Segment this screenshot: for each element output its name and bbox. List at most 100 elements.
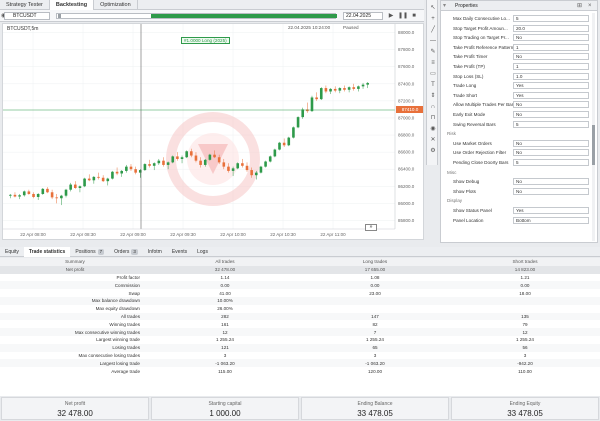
property-value-field[interactable]: No [513, 111, 589, 118]
results-tab[interactable]: Orders 3 [109, 247, 143, 257]
results-tab[interactable]: Infotm [143, 247, 167, 257]
row-value: 10.00% [150, 296, 300, 305]
subheader-cell: Net profit [0, 265, 150, 274]
row-value: -942.20 [450, 359, 600, 368]
property-label: Allow Multiple Trades Per Bar [453, 102, 513, 108]
property-value-field[interactable]: No [513, 34, 589, 42]
range-start-handle[interactable] [58, 14, 61, 18]
property-value-field[interactable]: No [513, 139, 589, 147]
property-value-field[interactable]: No [513, 149, 589, 157]
candle-body [111, 171, 114, 179]
property-value-field[interactable]: 5 [513, 120, 589, 128]
crosshair-icon[interactable]: + [429, 15, 437, 23]
candle-body [83, 178, 86, 187]
candle-body [329, 88, 332, 92]
candle-body [176, 156, 179, 159]
text-icon[interactable]: T [429, 81, 437, 89]
results-tab-label: Logs [197, 249, 208, 255]
scrollbar-track[interactable] [592, 13, 595, 241]
candle-body [166, 162, 170, 165]
price-tick-label: 87000.0 [398, 115, 415, 120]
property-value-field[interactable]: No [513, 178, 589, 186]
property-value-field[interactable]: No [513, 187, 589, 195]
row-value: 41.00 [219, 290, 231, 296]
time-tick-label: 22 Apr 09:00 [120, 232, 146, 237]
lock-icon[interactable]: ⊓ [429, 114, 437, 122]
row-value: 161 [221, 321, 229, 327]
results-tab[interactable]: Logs [192, 247, 213, 257]
property-section-label: Misc [447, 169, 457, 175]
fib-icon[interactable]: ≡ [429, 59, 437, 67]
property-value-field[interactable]: 1 [513, 43, 589, 51]
candle-body [27, 191, 31, 194]
pause-icon[interactable]: ❚❚ [398, 12, 408, 20]
tab-optimization[interactable]: Optimization [94, 0, 138, 10]
candle-body [134, 169, 137, 173]
property-value-field[interactable]: Bottom [513, 216, 589, 224]
candle-body [194, 155, 198, 161]
date-range-slider[interactable] [56, 13, 337, 19]
scroll-to-end-button[interactable]: » [365, 224, 377, 231]
property-value-field[interactable]: No [513, 53, 589, 61]
row-value: 3 [373, 352, 377, 358]
measure-icon[interactable]: ⇕ [429, 92, 437, 100]
row-label: Max consecutive losing trades [78, 352, 140, 358]
tab-strategy-tester[interactable]: Strategy Tester [0, 0, 50, 10]
chart-canvas[interactable]: 88000.0 87800.0 87600.0 87400.0 87200.0 87000… [3, 24, 424, 240]
eye-toggle-icon[interactable]: ◉ [429, 125, 437, 133]
horizontal-line-icon[interactable]: — [429, 37, 437, 45]
price-tick-label: 86200.0 [398, 184, 415, 189]
cursor-icon[interactable]: ↖ [429, 4, 437, 12]
row-value: 82 [372, 321, 378, 327]
candle-body [148, 164, 151, 166]
table-header-row: Summary All trades Long trades Short tra… [0, 258, 600, 266]
candle-body [129, 166, 133, 170]
property-section-label: Display [447, 198, 463, 204]
candle-body [227, 166, 230, 171]
symbol-select[interactable]: BTCUSDT [4, 12, 50, 20]
end-date-field[interactable]: 22.04.2025 [343, 12, 383, 20]
top-tab-bar: Strategy Tester Backtesting Optimization [0, 0, 424, 10]
results-tab[interactable]: Positions 7 [70, 247, 109, 257]
time-tick-label: 22 Apr 10:00 [220, 232, 246, 237]
time-scale: 22 Apr 08:00 22 Apr 08:30 22 Apr 09:00 22 A… [3, 228, 395, 237]
candle-body [69, 184, 72, 190]
candle-body [245, 165, 249, 171]
scrollbar-thumb[interactable] [592, 125, 595, 165]
property-row: Allow Multiple Trades Per Bar No [447, 101, 591, 109]
tab-backtesting[interactable]: Backtesting [49, 0, 95, 10]
property-row: Stop Target Profit Amoun... 20.0 [447, 24, 591, 33]
property-value-field[interactable]: 5 [513, 15, 589, 22]
trash-icon[interactable]: ✕ [429, 136, 437, 144]
results-tab[interactable]: Events [167, 247, 192, 257]
play-icon[interactable]: ▶ [387, 12, 395, 20]
magnet-icon[interactable]: ∩ [429, 103, 437, 111]
property-value-field[interactable]: 20.0 [513, 24, 589, 32]
property-value-field[interactable]: 5 [513, 159, 589, 166]
property-value-field[interactable]: 1 [513, 63, 589, 70]
property-label: Max Daily Consecutive Lo... [453, 16, 510, 21]
stop-icon[interactable]: ■ [410, 12, 418, 20]
property-value-field[interactable]: No [513, 101, 589, 109]
trendline-icon[interactable]: ╱ [429, 26, 437, 34]
candle-body [199, 160, 202, 165]
property-value-field[interactable]: Yes [513, 82, 589, 90]
price-chart[interactable]: 88000.0 87800.0 87600.0 87400.0 87200.0 87000… [2, 23, 424, 240]
pencil-icon[interactable]: ✎ [429, 48, 437, 56]
summary-card-starting-capital: Starting capital 1 000.00 [151, 397, 299, 420]
candle-body [36, 193, 40, 197]
subheader-cell: 32 478.00 [150, 265, 300, 274]
results-tab[interactable]: Equity [0, 247, 24, 257]
property-value-field[interactable]: Yes [513, 207, 589, 214]
status-state: Paused [343, 25, 359, 30]
results-tab[interactable]: Trade statistics [23, 247, 71, 257]
property-value-field[interactable]: 1.0 [513, 72, 589, 80]
row-label: Commission [0, 281, 150, 290]
settings-icon[interactable]: ⚙ [429, 147, 437, 155]
candle-body [106, 178, 110, 182]
rectangle-icon[interactable]: ▭ [429, 70, 437, 78]
table-row: Max consecutive losing trades 3 3 3 [0, 352, 600, 360]
property-value-field[interactable]: Yes [513, 91, 589, 99]
date-range-fill [151, 14, 337, 18]
results-tab-label: Events [171, 249, 188, 255]
